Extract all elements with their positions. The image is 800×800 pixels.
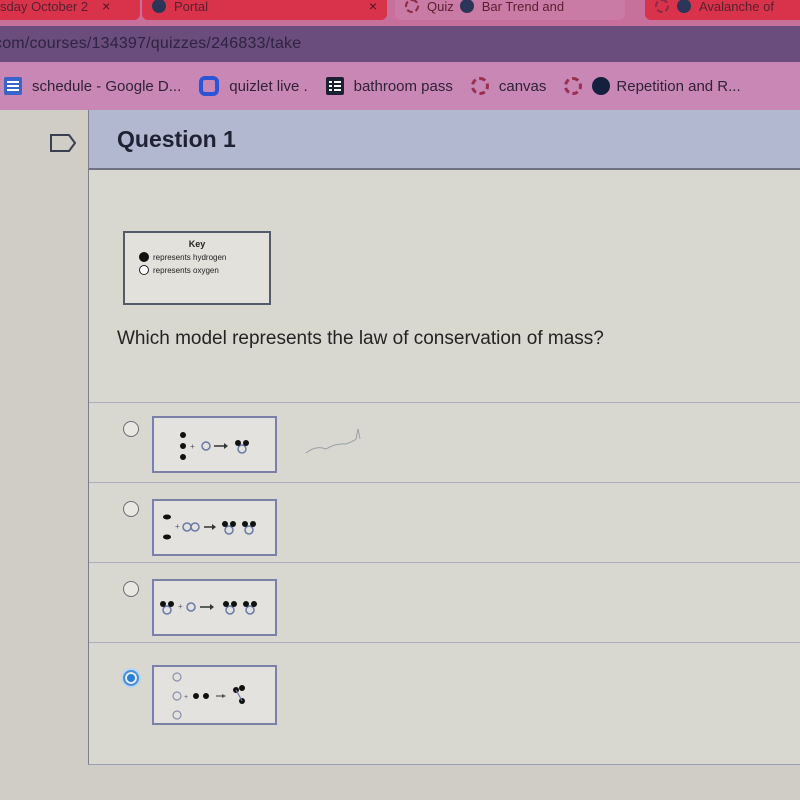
answer-radio[interactable] (123, 501, 139, 517)
bookmark-repetition[interactable]: Repetition and R... (564, 77, 741, 95)
model-image: + (152, 416, 277, 473)
tab-label: Avalanche of (699, 0, 774, 14)
google-docs-icon (4, 77, 22, 95)
url-text[interactable]: com/courses/134397/quizzes/246833/take (0, 35, 301, 53)
bookmark-schedule[interactable]: schedule - Google D... (4, 77, 181, 95)
bookmark-label: canvas (498, 77, 547, 95)
model-image: + (152, 499, 277, 556)
reaction-model-c: + (160, 601, 257, 615)
address-bar[interactable]: com/courses/134397/quizzes/246833/take (0, 26, 800, 62)
reaction-model-b: + (163, 514, 256, 540)
oxygen-symbol-icon (139, 265, 149, 275)
bookmark-label: Repetition and R... (616, 77, 741, 95)
bookmark-canvas[interactable]: canvas (470, 77, 547, 95)
quizlet-icon (199, 76, 220, 96)
browser-tab[interactable]: Portal × (142, 0, 387, 20)
answer-option-d[interactable]: + (89, 642, 800, 732)
question-header: Question 1 (89, 110, 800, 170)
key-label: represents oxygen (153, 265, 219, 275)
answer-option-a[interactable]: + (89, 402, 800, 482)
answer-option-b[interactable]: + (89, 482, 800, 562)
reaction-model-d: + (172, 672, 245, 720)
browser-tab[interactable]: Avalanche of (645, 0, 800, 20)
question-title: Question 1 (117, 125, 236, 152)
canvas-icon (564, 77, 583, 95)
question-card: Question 1 Key represents hydrogen repre… (88, 110, 800, 765)
close-icon[interactable]: × (102, 0, 110, 14)
answer-radio-selected[interactable] (123, 670, 139, 686)
list-icon (325, 77, 344, 95)
model-image: + (152, 579, 277, 636)
quiz-page: Question 1 Key represents hydrogen repre… (0, 110, 800, 800)
key-item-hydrogen: represents hydrogen (139, 252, 269, 262)
svg-text:+: + (175, 522, 180, 531)
bookmark-label: quizlet live . (229, 77, 308, 95)
tab-strip: sday October 2 × Portal × Quiz Bar Trend… (0, 0, 800, 26)
bookmark-label: schedule - Google D... (32, 77, 182, 95)
bookmarks-bar: schedule - Google D... quizlet live . ba… (0, 62, 800, 110)
canvas-icon (470, 77, 489, 95)
dot-icon (459, 0, 474, 13)
tab-label: Portal (174, 0, 208, 14)
model-image: + (152, 665, 277, 725)
key-item-oxygen: represents oxygen (139, 265, 269, 275)
key-label: represents hydrogen (153, 252, 227, 262)
answer-radio[interactable] (123, 421, 139, 437)
bookmark-bathroom-pass[interactable]: bathroom pass (325, 77, 453, 95)
key-title: Key (188, 239, 206, 249)
browser-tab-active[interactable]: Quiz Bar Trend and (395, 0, 625, 20)
answer-option-c[interactable]: + (89, 562, 800, 642)
browser-tab[interactable]: sday October 2 × (0, 0, 140, 20)
flag-question-icon[interactable] (50, 134, 76, 152)
dot-icon (592, 77, 611, 95)
pencil-scribble (305, 428, 361, 454)
svg-text:+: + (190, 442, 195, 451)
canvas-favicon-icon (405, 0, 419, 13)
key-legend: Key represents hydrogen represents oxyge… (123, 231, 271, 305)
question-text: Which model represents the law of conser… (117, 328, 604, 349)
dot-icon (677, 0, 691, 13)
tab-label: Quiz (427, 0, 454, 14)
tab-label: sday October 2 (0, 0, 89, 14)
tab-label: Bar Trend and (481, 0, 565, 14)
hydrogen-symbol-icon (139, 252, 149, 262)
svg-text:+: + (178, 602, 183, 611)
reaction-model-a: + (180, 432, 249, 460)
bookmark-quizlet-live[interactable]: quizlet live . (199, 76, 308, 96)
portal-favicon-icon (152, 0, 166, 13)
answer-radio[interactable] (123, 581, 139, 597)
svg-text:+: + (184, 694, 188, 701)
bookmark-label: bathroom pass (353, 77, 453, 95)
close-icon[interactable]: × (369, 0, 377, 14)
canvas-favicon-icon (655, 0, 669, 13)
